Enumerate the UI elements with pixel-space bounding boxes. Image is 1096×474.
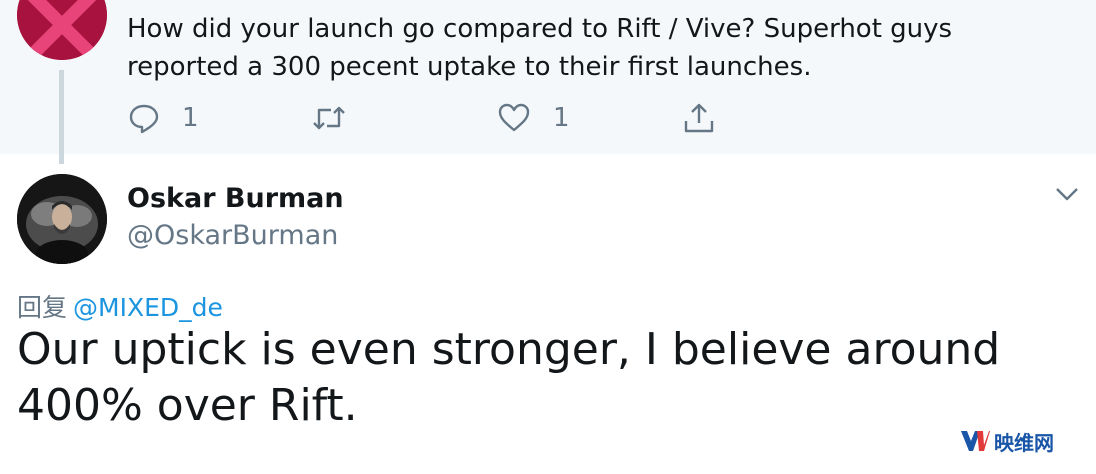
parent-tweet[interactable]: — ‾ ‾ ‾ — ‾ ‾ ‾ — How did your launch go…	[0, 0, 1096, 154]
reply-prefix: 回复	[17, 293, 68, 322]
thread-connector-line	[59, 70, 64, 164]
like-count: 1	[553, 103, 570, 133]
share-button[interactable]	[683, 100, 715, 136]
parent-tweet-text: How did your launch go compared to Rift …	[127, 14, 953, 82]
reply-tweet-text: Our uptick is even stronger, I believe a…	[17, 324, 1001, 431]
replying-to-line: 回复 @MIXED_de	[17, 288, 223, 324]
retweet-icon	[313, 106, 345, 130]
watermark: 映维网	[960, 426, 1054, 456]
x-logo-icon	[17, 0, 107, 60]
heart-icon	[498, 103, 530, 132]
reply-button[interactable]: 1	[128, 100, 199, 136]
reply-icon	[129, 104, 159, 134]
like-button[interactable]: 1	[497, 100, 570, 136]
avatar-portrait-image	[17, 174, 107, 264]
more-options-button[interactable]	[1054, 184, 1080, 204]
author-avatar[interactable]	[17, 174, 107, 264]
chevron-down-icon	[1056, 188, 1078, 201]
watermark-text: 映维网	[994, 430, 1054, 455]
reply-mention-link[interactable]: @MIXED_de	[73, 293, 223, 322]
parent-avatar[interactable]	[17, 0, 107, 60]
author-name[interactable]: Oskar Burman	[127, 183, 344, 214]
author-handle[interactable]: @OskarBurman	[127, 220, 338, 251]
share-icon	[684, 103, 714, 133]
reply-count: 1	[182, 103, 199, 133]
yv-logo-icon	[961, 431, 990, 451]
retweet-button[interactable]	[311, 100, 369, 136]
